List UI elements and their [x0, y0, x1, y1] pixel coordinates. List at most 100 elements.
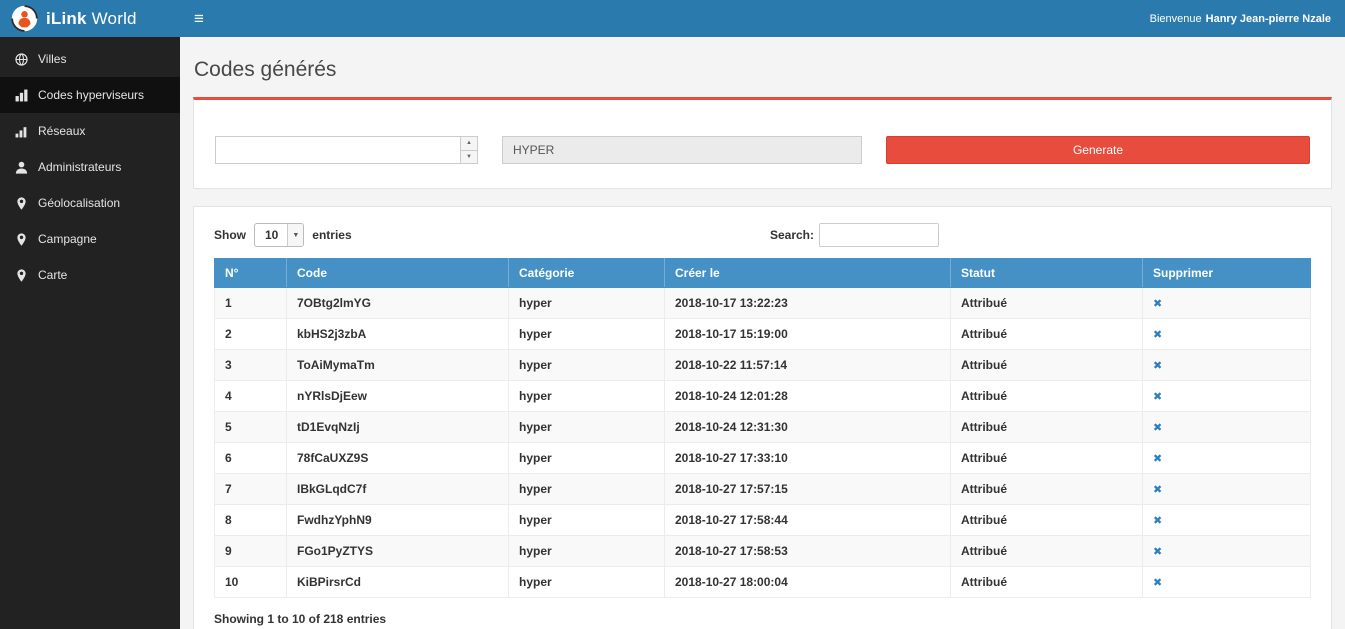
- quantity-input[interactable]: ▲ ▼: [215, 136, 478, 164]
- main-content: Codes générés ▲ ▼ Generate Show: [180, 37, 1345, 629]
- cell-created: 2018-10-24 12:31:30: [665, 412, 951, 443]
- welcome-prefix: Bienvenue: [1150, 13, 1202, 25]
- cell-category: hyper: [509, 350, 665, 381]
- sidebar-item-carte[interactable]: Carte: [0, 257, 180, 293]
- table-row: 2kbHS2j3zbAhyper2018-10-17 15:19:00Attri…: [215, 319, 1311, 350]
- layout: Villes Codes hyperviseurs Réseaux Administr…: [0, 37, 1345, 629]
- cell-code: kbHS2j3zbA: [287, 319, 509, 350]
- column-header[interactable]: Code: [287, 259, 509, 288]
- page-title: Codes générés: [194, 58, 1332, 82]
- column-header[interactable]: Créer le: [665, 259, 951, 288]
- delete-icon[interactable]: ✖: [1153, 577, 1162, 589]
- table-row: 8FwdhzYphN9hyper2018-10-27 17:58:44Attri…: [215, 505, 1311, 536]
- delete-icon[interactable]: ✖: [1153, 484, 1162, 496]
- generate-panel: ▲ ▼ Generate: [193, 97, 1332, 189]
- page-size-value: 10: [255, 224, 287, 246]
- cell-delete: ✖: [1143, 319, 1311, 350]
- spinner-up-icon[interactable]: ▲: [461, 137, 477, 151]
- table-row: 4nYRlsDjEewhyper2018-10-24 12:01:28Attri…: [215, 381, 1311, 412]
- cell-created: 2018-10-27 17:33:10: [665, 443, 951, 474]
- brand-rest: World: [92, 9, 137, 28]
- user-icon: [15, 161, 28, 174]
- number-spinner[interactable]: ▲ ▼: [460, 137, 477, 163]
- sidebar-item-campagne[interactable]: Campagne: [0, 221, 180, 257]
- cell-code: 7OBtg2lmYG: [287, 288, 509, 319]
- search-control: Search:: [770, 223, 939, 247]
- cell-category: hyper: [509, 536, 665, 567]
- generate-button[interactable]: Generate: [886, 136, 1310, 164]
- table-info: Showing 1 to 10 of 218 entries: [214, 612, 1311, 626]
- column-header[interactable]: Supprimer: [1143, 259, 1311, 288]
- page-size-select[interactable]: 10 ▼: [254, 223, 304, 247]
- cell-number: 6: [215, 443, 287, 474]
- table-row: 5tD1EvqNzIjhyper2018-10-24 12:31:30Attri…: [215, 412, 1311, 443]
- cell-number: 4: [215, 381, 287, 412]
- category-field[interactable]: [502, 136, 862, 164]
- cell-created: 2018-10-27 17:57:15: [665, 474, 951, 505]
- delete-icon[interactable]: ✖: [1153, 515, 1162, 527]
- cell-created: 2018-10-17 13:22:23: [665, 288, 951, 319]
- topbar: iLink World ≡ Bienvenue Hanry Jean-pierr…: [0, 0, 1345, 37]
- cell-delete: ✖: [1143, 288, 1311, 319]
- delete-icon[interactable]: ✖: [1153, 360, 1162, 372]
- cell-created: 2018-10-22 11:57:14: [665, 350, 951, 381]
- cell-delete: ✖: [1143, 381, 1311, 412]
- column-header[interactable]: Catégorie: [509, 259, 665, 288]
- entries-label: entries: [312, 228, 351, 242]
- cell-code: FGo1PyZTYS: [287, 536, 509, 567]
- sidebar-item-label: Codes hyperviseurs: [38, 88, 144, 102]
- cell-code: tD1EvqNzIj: [287, 412, 509, 443]
- sidebar-item-geolocalisation[interactable]: Géolocalisation: [0, 185, 180, 221]
- cell-number: 5: [215, 412, 287, 443]
- globe-icon: [15, 53, 28, 66]
- cell-status: Attribué: [951, 350, 1143, 381]
- search-input[interactable]: [819, 223, 939, 247]
- cell-number: 2: [215, 319, 287, 350]
- column-header[interactable]: N°: [215, 259, 287, 288]
- table-panel: Show 10 ▼ entries Search: N°CodeCatégori…: [193, 206, 1332, 629]
- delete-icon[interactable]: ✖: [1153, 391, 1162, 403]
- menu-toggle-icon[interactable]: ≡: [180, 0, 218, 37]
- delete-icon[interactable]: ✖: [1153, 453, 1162, 465]
- delete-icon[interactable]: ✖: [1153, 329, 1162, 341]
- delete-icon[interactable]: ✖: [1153, 422, 1162, 434]
- cell-created: 2018-10-27 17:58:44: [665, 505, 951, 536]
- spinner-down-icon[interactable]: ▼: [461, 151, 477, 164]
- cell-category: hyper: [509, 443, 665, 474]
- table-row: 10KiBPirsrCdhyper2018-10-27 18:00:04Attr…: [215, 567, 1311, 598]
- sidebar-item-label: Réseaux: [38, 124, 85, 138]
- table-row: 17OBtg2lmYGhyper2018-10-17 13:22:23Attri…: [215, 288, 1311, 319]
- sidebar-item-label: Villes: [38, 52, 66, 66]
- sidebar-item-reseaux[interactable]: Réseaux: [0, 113, 180, 149]
- bar-chart-icon: [15, 89, 28, 102]
- sidebar-item-label: Carte: [38, 268, 67, 282]
- brand: iLink World: [0, 0, 180, 37]
- cell-code: 78fCaUXZ9S: [287, 443, 509, 474]
- cell-created: 2018-10-27 17:58:53: [665, 536, 951, 567]
- table-header-row: N°CodeCatégorieCréer leStatutSupprimer: [215, 259, 1311, 288]
- cell-number: 10: [215, 567, 287, 598]
- cell-code: ToAiMymaTm: [287, 350, 509, 381]
- table-controls: Show 10 ▼ entries Search:: [214, 223, 1311, 247]
- sidebar-item-codes-hyperviseurs[interactable]: Codes hyperviseurs: [0, 77, 180, 113]
- cell-delete: ✖: [1143, 505, 1311, 536]
- table-row: 3ToAiMymaTmhyper2018-10-22 11:57:14Attri…: [215, 350, 1311, 381]
- cell-status: Attribué: [951, 381, 1143, 412]
- map-marker-icon: [15, 233, 28, 246]
- cell-delete: ✖: [1143, 474, 1311, 505]
- sidebar-item-administrateurs[interactable]: Administrateurs: [0, 149, 180, 185]
- delete-icon[interactable]: ✖: [1153, 546, 1162, 558]
- column-header[interactable]: Statut: [951, 259, 1143, 288]
- cell-category: hyper: [509, 474, 665, 505]
- app-logo-icon: [11, 5, 38, 32]
- cell-number: 9: [215, 536, 287, 567]
- sidebar-item-villes[interactable]: Villes: [0, 41, 180, 77]
- sidebar-item-label: Géolocalisation: [38, 196, 120, 210]
- cell-status: Attribué: [951, 505, 1143, 536]
- cell-category: hyper: [509, 412, 665, 443]
- cell-created: 2018-10-24 12:01:28: [665, 381, 951, 412]
- search-label: Search:: [770, 228, 814, 242]
- delete-icon[interactable]: ✖: [1153, 298, 1162, 310]
- cell-status: Attribué: [951, 567, 1143, 598]
- signal-icon: [15, 125, 28, 138]
